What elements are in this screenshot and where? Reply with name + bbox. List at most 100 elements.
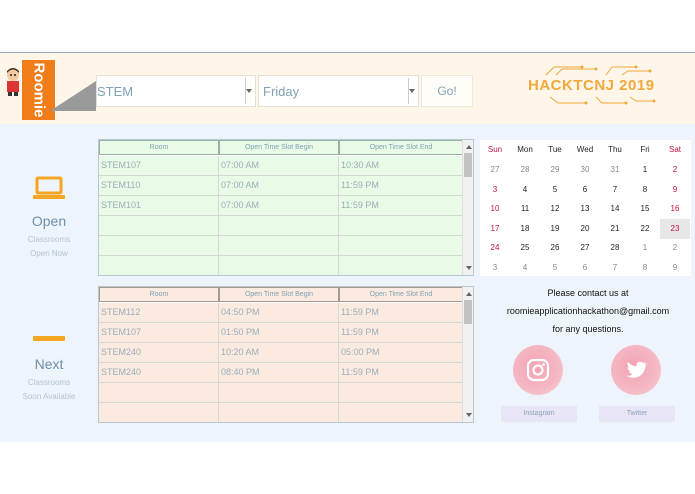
calendar-day[interactable]: 18 [510, 219, 540, 239]
chevron-down-icon[interactable] [246, 89, 252, 93]
end-cell [339, 256, 463, 275]
twitter-icon[interactable] [611, 345, 661, 395]
table-row[interactable] [99, 256, 463, 275]
vertical-scrollbar[interactable] [462, 287, 473, 422]
table-row[interactable]: STEM107 01:50 PM 11:59 PM [99, 323, 463, 343]
column-header[interactable]: Open Time Slot Begin [219, 287, 339, 302]
open-section[interactable]: Open Classrooms Open Now [3, 176, 95, 261]
scrollbar-thumb[interactable] [464, 153, 472, 177]
begin-cell: 07:00 AM [219, 196, 339, 216]
calendar-day[interactable]: 1 [630, 160, 660, 180]
calendar-day[interactable]: 9 [660, 258, 690, 278]
calendar-day[interactable]: 4 [510, 258, 540, 278]
calendar-day[interactable]: 5 [540, 180, 570, 200]
calendar-day[interactable]: 24 [480, 238, 510, 258]
calendar-day[interactable]: 2 [660, 160, 690, 180]
begin-cell: 07:00 AM [219, 156, 339, 176]
twitter-button[interactable]: Twitter [599, 406, 675, 422]
calendar-day[interactable]: 21 [600, 219, 630, 239]
calendar-day[interactable]: 23 [660, 218, 690, 239]
calendar-day[interactable]: 28 [510, 160, 540, 180]
end-cell: 11:59 PM [339, 176, 463, 196]
table-row[interactable]: STEM240 08:40 PM 11:59 PM [99, 363, 463, 383]
calendar-day[interactable]: 31 [600, 160, 630, 180]
calendar-day[interactable]: 6 [570, 258, 600, 278]
column-header[interactable]: Open Time Slot End [339, 140, 463, 155]
table-row[interactable] [99, 216, 463, 236]
scroll-down-icon[interactable] [466, 413, 472, 417]
instagram-icon[interactable] [513, 345, 563, 395]
table-row[interactable] [99, 403, 463, 422]
calendar-day[interactable]: 7 [600, 258, 630, 278]
instagram-button[interactable]: Instagram [501, 406, 577, 422]
contact-email[interactable]: roomieapplicationhackathon@gmail.com [486, 306, 690, 316]
calendar-day[interactable]: 2 [660, 238, 690, 258]
calendar[interactable]: Sun Mon Tue Wed Thu Fri Sat 27 28 29 30 31 1 2… [480, 140, 691, 276]
scrollbar-thumb[interactable] [464, 300, 472, 324]
scroll-down-icon[interactable] [466, 266, 472, 270]
room-cell [99, 383, 219, 403]
column-header[interactable]: Room [99, 287, 219, 302]
calendar-day[interactable]: 13 [570, 199, 600, 219]
open-title: Open [31, 213, 67, 229]
calendar-day[interactable]: 8 [630, 258, 660, 278]
calendar-day[interactable]: 16 [660, 199, 690, 219]
begin-cell [219, 256, 339, 275]
begin-cell [219, 403, 339, 422]
scroll-up-icon[interactable] [466, 292, 472, 296]
header-bar: Roomie STEM Friday Go! HACKTCNJ 2019 [0, 53, 695, 124]
calendar-day[interactable]: 30 [570, 160, 600, 180]
calendar-day[interactable]: 5 [540, 258, 570, 278]
calendar-day[interactable]: 19 [540, 219, 570, 239]
next-classrooms-table[interactable]: Room Open Time Slot Begin Open Time Slot… [98, 286, 474, 423]
calendar-day[interactable]: 3 [480, 258, 510, 278]
calendar-day[interactable]: 4 [510, 180, 540, 200]
decorative-wedge [50, 81, 96, 111]
table-row[interactable] [99, 236, 463, 256]
calendar-day[interactable]: 7 [600, 180, 630, 200]
calendar-day[interactable]: 11 [510, 199, 540, 219]
calendar-day[interactable]: 14 [600, 199, 630, 219]
end-cell: 11:59 PM [339, 303, 463, 323]
calendar-day[interactable]: 26 [540, 238, 570, 258]
calendar-day[interactable]: 27 [570, 238, 600, 258]
calendar-day[interactable]: 3 [480, 180, 510, 200]
building-select[interactable]: STEM [96, 75, 256, 107]
table-row[interactable]: STEM240 10:20 AM 05:00 PM [99, 343, 463, 363]
table-header: Room Open Time Slot Begin Open Time Slot… [99, 287, 463, 302]
open-classrooms-table[interactable]: Room Open Time Slot Begin Open Time Slot… [98, 139, 474, 276]
calendar-day[interactable]: 9 [660, 180, 690, 200]
day-select[interactable]: Friday [258, 75, 419, 107]
column-header[interactable]: Open Time Slot End [339, 287, 463, 302]
column-header[interactable]: Room [99, 140, 219, 155]
calendar-day[interactable]: 22 [630, 219, 660, 239]
go-button[interactable]: Go! [421, 75, 473, 107]
table-row[interactable]: STEM101 07:00 AM 11:59 PM [99, 196, 463, 216]
calendar-day[interactable]: 20 [570, 219, 600, 239]
next-subtitle-1: Classrooms [27, 378, 71, 387]
calendar-day[interactable]: 27 [480, 160, 510, 180]
column-header[interactable]: Open Time Slot Begin [219, 140, 339, 155]
table-row[interactable]: STEM107 07:00 AM 10:30 AM [99, 156, 463, 176]
calendar-day[interactable]: 8 [630, 180, 660, 200]
calendar-day[interactable]: 15 [630, 199, 660, 219]
vertical-scrollbar[interactable] [462, 140, 473, 275]
calendar-day[interactable]: 6 [570, 180, 600, 200]
table-row[interactable] [99, 383, 463, 403]
weekday-header: Mon [517, 145, 533, 154]
calendar-day[interactable]: 12 [540, 199, 570, 219]
chevron-down-icon[interactable] [409, 89, 415, 93]
table-row[interactable]: STEM110 07:00 AM 11:59 PM [99, 176, 463, 196]
calendar-day[interactable]: 17 [480, 219, 510, 239]
twitter-glyph [626, 361, 648, 378]
table-row[interactable]: STEM112 04:50 PM 11:59 PM [99, 303, 463, 323]
calendar-day[interactable]: 1 [630, 238, 660, 258]
contact-line-3: for any questions. [552, 324, 624, 334]
calendar-day[interactable]: 25 [510, 238, 540, 258]
calendar-day[interactable]: 10 [480, 199, 510, 219]
hackathon-logo: HACKTCNJ 2019 [526, 63, 662, 107]
calendar-day[interactable]: 28 [600, 238, 630, 258]
next-section[interactable]: Next Classrooms Soon Available [3, 330, 95, 404]
calendar-day[interactable]: 29 [540, 160, 570, 180]
scroll-up-icon[interactable] [466, 145, 472, 149]
